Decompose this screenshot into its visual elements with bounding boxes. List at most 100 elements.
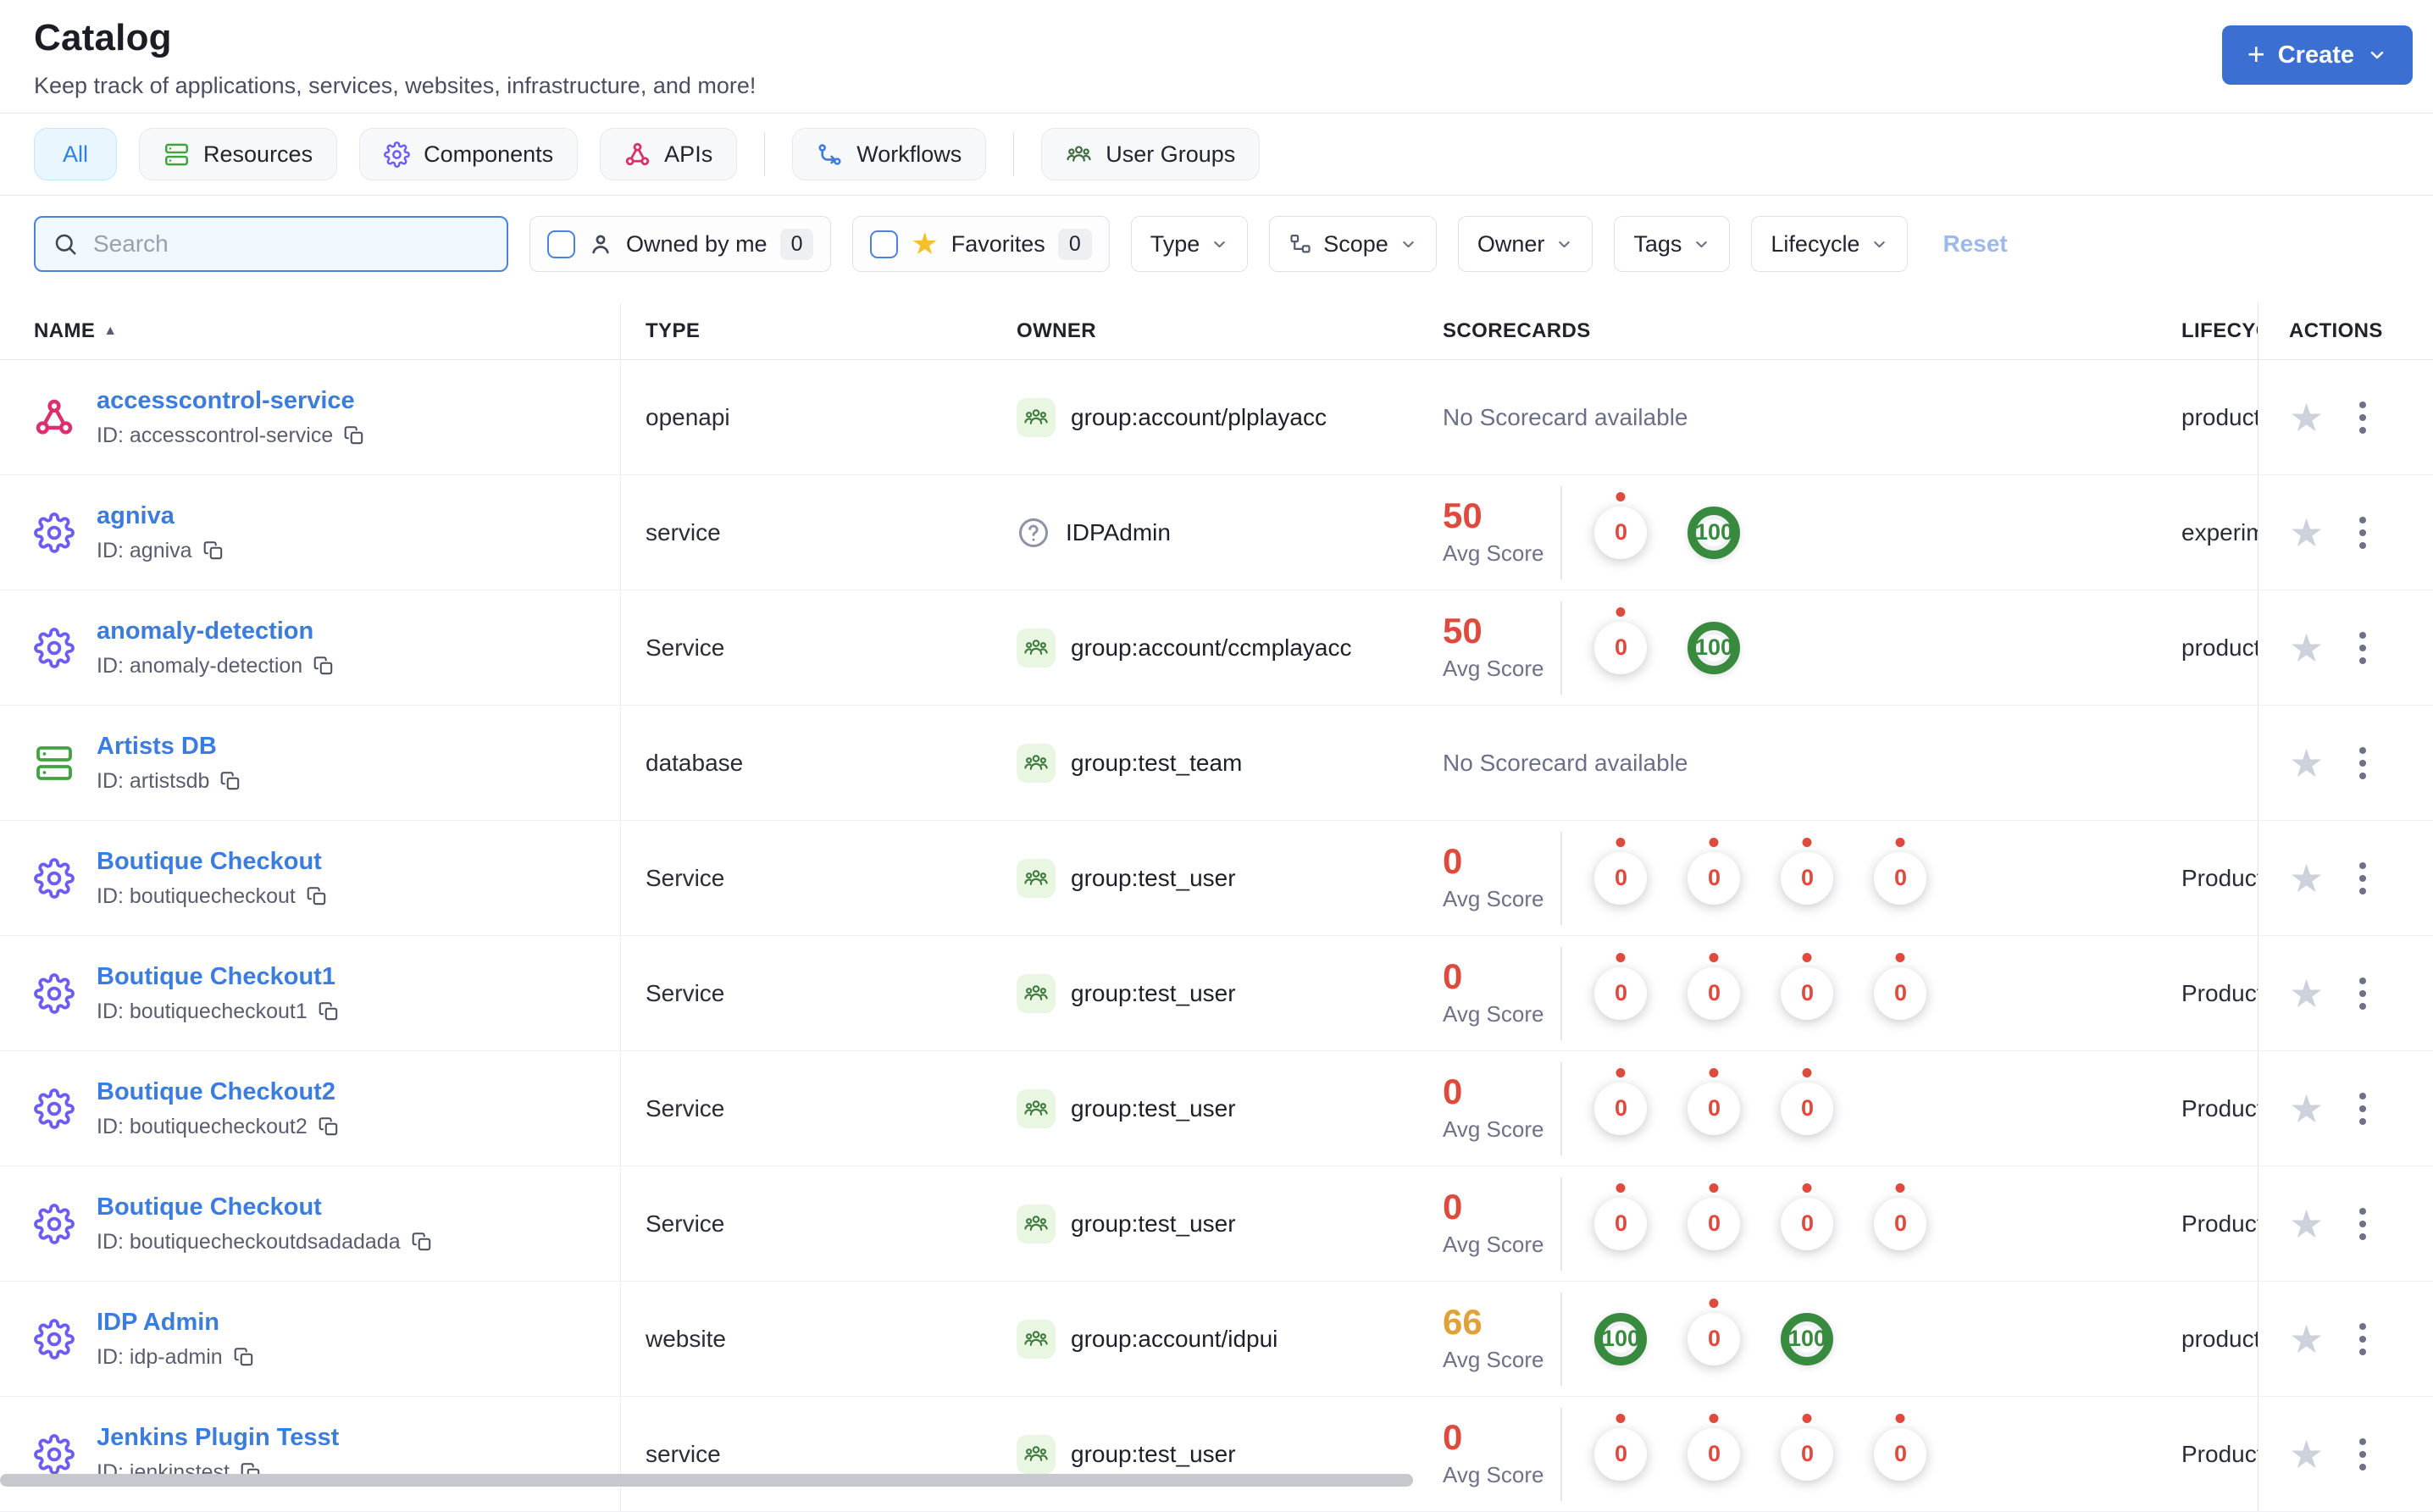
scorecard-gauge[interactable]: 100	[1688, 621, 1741, 674]
scorecard-gauge[interactable]: 0	[1688, 1082, 1741, 1135]
entity-name-link[interactable]: Artists DB	[97, 733, 241, 761]
avg-score-value: 0	[1443, 1072, 1463, 1111]
entity-name-link[interactable]: Boutique Checkout	[97, 848, 328, 876]
tab-apis[interactable]: APIs	[600, 128, 738, 180]
type-cell: openapi	[646, 403, 730, 430]
create-button[interactable]: + Create	[2221, 25, 2413, 85]
search-input[interactable]	[91, 230, 490, 258]
owned-by-me-filter[interactable]: Owned by me 0	[529, 216, 832, 272]
search-box[interactable]	[34, 216, 508, 272]
favorite-star-button[interactable]: ★	[2289, 513, 2324, 552]
copy-id-button[interactable]	[313, 655, 335, 677]
owned-by-me-checkbox[interactable]	[547, 230, 575, 258]
scorecard-gauge[interactable]: 0	[1594, 621, 1648, 674]
favorite-star-button[interactable]: ★	[2289, 398, 2324, 437]
copy-id-button[interactable]	[411, 1231, 433, 1253]
scorecard-gauge[interactable]: 0	[1874, 966, 1927, 1020]
tab-workflows[interactable]: Workflows	[792, 128, 987, 180]
entity-id: ID: anomaly-detection	[97, 654, 335, 678]
row-menu-button[interactable]	[2354, 742, 2371, 784]
scorecard-gauge[interactable]: 0	[1781, 966, 1834, 1020]
entity-name-link[interactable]: Boutique Checkout2	[97, 1078, 340, 1106]
type-cell: Service	[646, 979, 725, 1006]
copy-id-button[interactable]	[306, 885, 328, 907]
entity-name-link[interactable]: IDP Admin	[97, 1309, 255, 1337]
entity-name-link[interactable]: accesscontrol-service	[97, 387, 365, 415]
scorecard-gauge[interactable]: 0	[1781, 1427, 1834, 1481]
row-menu-button[interactable]	[2354, 1203, 2371, 1245]
copy-id-button[interactable]	[233, 1346, 255, 1368]
entity-name-link[interactable]: anomaly-detection	[97, 618, 335, 645]
lifecycle-dropdown[interactable]: Lifecycle	[1751, 216, 1909, 272]
horizontal-scrollbar[interactable]	[0, 1474, 1413, 1487]
gear-icon	[384, 141, 411, 168]
scorecard-gauge[interactable]: 0	[1688, 851, 1741, 905]
scope-dropdown[interactable]: Scope	[1269, 216, 1437, 272]
favorite-star-button[interactable]: ★	[2289, 629, 2324, 667]
copy-id-button[interactable]	[343, 424, 365, 446]
scorecard-divider	[1560, 1407, 1563, 1501]
row-menu-button[interactable]	[2354, 1433, 2371, 1476]
row-menu-button[interactable]	[2354, 1318, 2371, 1360]
row-menu-button[interactable]	[2354, 396, 2371, 439]
favorite-star-button[interactable]: ★	[2289, 859, 2324, 898]
tab-user-groups[interactable]: User Groups	[1041, 128, 1261, 180]
row-menu-button[interactable]	[2354, 1088, 2371, 1130]
scorecard-gauge[interactable]: 0	[1594, 966, 1648, 1020]
copy-id-button[interactable]	[202, 540, 224, 562]
row-menu-button[interactable]	[2354, 857, 2371, 900]
scorecard-gauge[interactable]: 0	[1594, 506, 1648, 559]
scorecards-cell: No Scorecard available	[1443, 404, 2181, 431]
scorecard-gauge[interactable]: 0	[1874, 1427, 1927, 1481]
scorecard-gauge[interactable]: 0	[1594, 1427, 1648, 1481]
favorite-star-button[interactable]: ★	[2289, 744, 2324, 783]
scorecard-gauge[interactable]: 0	[1781, 1082, 1834, 1135]
favorite-star-button[interactable]: ★	[2289, 1089, 2324, 1128]
no-scorecard-text: No Scorecard available	[1443, 749, 1688, 776]
row-menu-button[interactable]	[2354, 972, 2371, 1015]
owner-cell: group:test_team	[1017, 743, 1443, 783]
scorecard-gauge[interactable]: 0	[1594, 1082, 1648, 1135]
entity-id-text: ID: agniva	[97, 538, 192, 562]
scorecard-gauge[interactable]: 0	[1594, 1197, 1648, 1250]
type-dropdown[interactable]: Type	[1130, 216, 1249, 272]
scorecard-gauge[interactable]: 100	[1594, 1312, 1648, 1365]
entity-name-link[interactable]: Boutique Checkout1	[97, 963, 340, 991]
scorecard-gauge[interactable]: 0	[1688, 1312, 1741, 1365]
owner-cell: group:account/plplayacc	[1017, 397, 1443, 437]
scorecard-gauge[interactable]: 0	[1781, 851, 1834, 905]
favorite-star-button[interactable]: ★	[2289, 1205, 2324, 1243]
tab-resources[interactable]: Resources	[139, 128, 338, 180]
tab-components[interactable]: Components	[359, 128, 579, 180]
copy-id-button[interactable]	[318, 1116, 340, 1138]
entity-name-link[interactable]: agniva	[97, 502, 224, 530]
favorite-star-button[interactable]: ★	[2289, 1320, 2324, 1359]
entity-name-link[interactable]: Jenkins Plugin Tesst	[97, 1424, 339, 1452]
column-header-name[interactable]: NAME ▲	[0, 302, 621, 359]
avg-score-value: 0	[1443, 1187, 1463, 1227]
scorecard-gauge[interactable]: 100	[1781, 1312, 1834, 1365]
favorite-star-button[interactable]: ★	[2289, 1435, 2324, 1474]
copy-id-button[interactable]	[318, 1000, 340, 1022]
scorecard-gauge[interactable]: 0	[1688, 1197, 1741, 1250]
scorecard-gauge[interactable]: 0	[1594, 851, 1648, 905]
entity-id-text: ID: boutiquecheckout1	[97, 999, 308, 1023]
scorecard-gauge[interactable]: 0	[1874, 851, 1927, 905]
copy-id-button[interactable]	[219, 770, 241, 792]
scorecard-gauge[interactable]: 0	[1688, 1427, 1741, 1481]
tab-all[interactable]: All	[34, 128, 118, 180]
scorecard-gauge[interactable]: 0	[1781, 1197, 1834, 1250]
tags-dropdown[interactable]: Tags	[1614, 216, 1731, 272]
scorecard-gauge[interactable]: 0	[1874, 1197, 1927, 1250]
favorites-filter[interactable]: ★ Favorites 0	[852, 216, 1110, 272]
favorite-star-button[interactable]: ★	[2289, 974, 2324, 1013]
reset-filters-button[interactable]: Reset	[1943, 230, 2007, 258]
scorecard-gauge[interactable]: 0	[1688, 966, 1741, 1020]
favorites-checkbox[interactable]	[870, 230, 899, 258]
scorecard-gauge[interactable]: 100	[1688, 506, 1741, 559]
row-menu-button[interactable]	[2354, 512, 2371, 554]
row-menu-button[interactable]	[2354, 627, 2371, 669]
owner-dropdown[interactable]: Owner	[1457, 216, 1593, 272]
entity-name-link[interactable]: Boutique Checkout	[97, 1194, 433, 1221]
dropdown-label: Tags	[1633, 230, 1682, 257]
